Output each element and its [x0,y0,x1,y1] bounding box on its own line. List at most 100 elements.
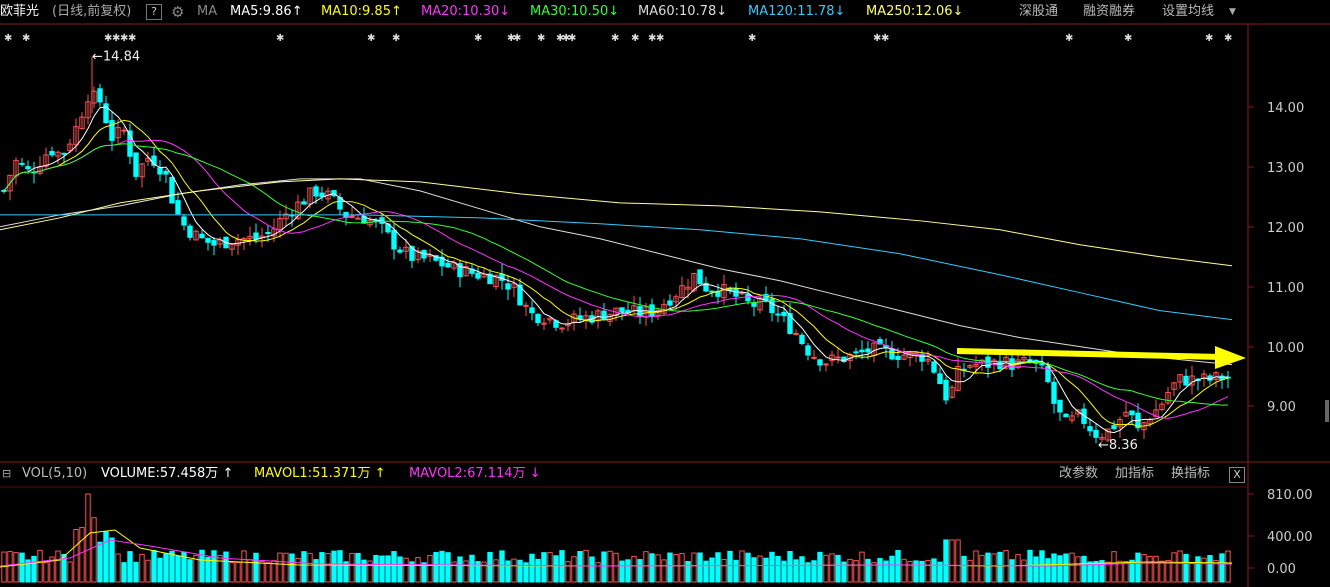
volume-bar [703,560,709,583]
candle-down [535,313,541,324]
candle-up [349,216,355,219]
volume-bar [763,557,769,583]
price-axis-label: 13.00 [1267,161,1304,176]
volume-bar [133,561,139,583]
candle-down [637,306,643,318]
volume-bar [31,555,37,583]
volume-bar [817,551,823,583]
event-marker: ✱ [881,33,889,44]
volume-bar [727,550,733,583]
event-marker: ✱ [611,33,619,44]
volume-bar [427,554,433,583]
volume-bar [229,561,235,583]
volume-bar [925,559,931,583]
candle-down [445,262,451,268]
event-marker: ✱ [513,33,521,44]
volume-bar [661,559,667,583]
switch-indicator-button[interactable]: 换指标 [1171,461,1210,487]
volume-bar [241,550,247,583]
volume-bar [991,553,997,583]
event-marker: ✱ [276,33,284,44]
candle-down [1093,429,1099,438]
volume-bar [289,553,295,583]
volume-bar [505,560,511,583]
volume-bar [487,551,493,583]
volume-bar [43,562,49,583]
volume-bar [775,556,781,583]
candle-up [823,363,829,366]
volume-bar [493,559,499,583]
collapse-icon[interactable]: ⊟ [2,461,11,487]
volume-bar [511,558,517,583]
volume-bar [265,562,271,583]
volume-bar [955,539,961,583]
volume-bar [961,555,967,583]
volume-bar [145,559,151,583]
volume-bar [751,557,757,583]
candle-down [733,288,739,297]
volume-bar [253,552,259,583]
volume-bar [739,550,745,583]
candle-down [1111,425,1117,430]
volume-header: ⊟ VOL(5,10) VOLUME:57.458万 ↑ MAVOL1:51.3… [0,461,1250,487]
volume-bar [445,552,451,583]
volume-bar [415,557,421,583]
volume-bar [349,552,355,583]
close-indicator-button[interactable]: X [1229,467,1245,483]
volume-bar [847,558,853,583]
candle-down [391,229,397,250]
volume-bar [1045,558,1051,583]
candle-down [1051,381,1057,404]
volume-bar [469,554,475,583]
volume-bar [1111,551,1117,583]
candle-down [931,361,937,373]
volume-bar [337,550,343,583]
volume-bar [163,553,169,583]
volume-bar [673,553,679,583]
candle-down [859,349,865,353]
candle-up [523,304,529,307]
edit-params-button[interactable]: 改参数 [1059,461,1098,487]
candle-down [745,293,751,302]
candle-down [889,349,895,360]
volume-bar [709,557,715,583]
volume-bar [247,559,253,583]
candle-down [253,232,259,240]
candle-down [895,355,901,360]
candle-down [775,313,781,316]
volume-bar [931,558,937,583]
volume-axis-label: 810.00 [1267,488,1313,503]
volume-bar [565,561,571,583]
candle-down [265,231,271,234]
volume-bar [553,555,559,583]
candle-down [319,192,325,198]
candle-up [811,356,817,359]
price-axis-label: 10.00 [1267,341,1304,356]
candle-down [49,150,55,156]
volume-bar [877,558,883,583]
volume-bar [151,549,157,583]
candle-down [649,304,655,317]
volume-bar [55,550,61,583]
mavol1-value: MAVOL1:51.371万 ↑ [254,466,386,481]
volume-bar [301,551,307,583]
volume-bar [139,553,145,583]
volume-bar [355,552,361,583]
scroll-handle [1325,400,1329,422]
volume-bar [313,559,319,583]
mavol2-value: MAVOL2:67.114万 ↓ [409,466,541,481]
volume-bar [685,561,691,583]
kline-chart[interactable]: 14.00 13.00 12.00 11.00 10.00 9.00 810.00 400.0… [0,0,1330,587]
ma30-line [3,143,1229,406]
add-indicator-button[interactable]: 加指标 [1115,461,1154,487]
volume-bar [187,559,193,583]
candle-down [865,348,871,353]
volume-bar [829,553,835,583]
event-marker: ✱ [656,33,664,44]
volume-bar [901,558,907,583]
volume-bar [1183,553,1189,583]
event-marker: ✱ [22,33,30,44]
volume-bar [433,552,439,583]
volume-bar [715,552,721,583]
price-axis-label: 11.00 [1267,281,1304,296]
